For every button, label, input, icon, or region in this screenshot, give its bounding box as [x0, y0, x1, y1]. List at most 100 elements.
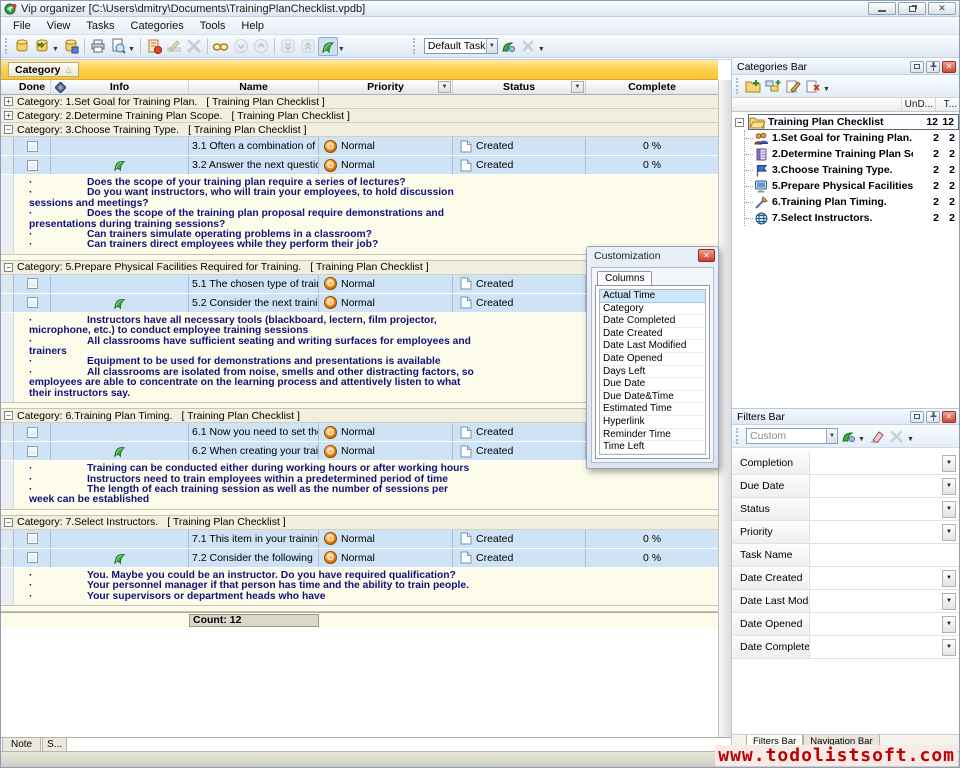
done-checkbox[interactable] [27, 160, 38, 171]
view-task-button[interactable] [211, 37, 231, 56]
priority-cell[interactable]: Normal [319, 423, 453, 441]
done-checkbox[interactable] [27, 427, 38, 438]
filter-value-dropdown[interactable]: ▼ [942, 478, 956, 495]
categories-toolbar-dropdown-icon[interactable]: ▼ [823, 86, 830, 93]
status-cell[interactable]: Created [453, 156, 586, 174]
done-checkbox[interactable] [27, 552, 38, 563]
done-checkbox[interactable] [27, 297, 38, 308]
delete-category-button[interactable] [803, 77, 823, 96]
tree-category-item[interactable]: 2.Determine Training Plan Sco22 [745, 146, 959, 162]
filter-value-dropdown[interactable]: ▼ [942, 501, 956, 518]
collapse-icon[interactable]: − [4, 518, 13, 527]
customization-close-button[interactable]: ✕ [698, 249, 715, 262]
delete-task-button[interactable] [184, 37, 204, 56]
column-option[interactable]: Due Date&Time [600, 391, 705, 404]
panel-restore-button[interactable] [910, 61, 924, 73]
tree-root-item[interactable]: −Training Plan Checklist1212 [732, 114, 959, 130]
print-button[interactable] [88, 37, 108, 56]
remove-filter-button[interactable] [887, 427, 907, 446]
restore-button[interactable] [898, 2, 926, 15]
column-option[interactable]: Time Left [600, 441, 705, 454]
category-group-row[interactable]: −Category: 7.Select Instructors.[ Traini… [1, 516, 718, 530]
priority-cell[interactable]: Normal [319, 275, 453, 293]
status-cell[interactable]: Created [453, 530, 586, 548]
move-up-button[interactable] [251, 37, 271, 56]
tree-category-item[interactable]: 1.Set Goal for Training Plan.22 [745, 130, 959, 146]
filter-value-dropdown[interactable]: ▼ [942, 593, 956, 610]
column-option[interactable]: Date Opened [600, 353, 705, 366]
menu-tasks[interactable]: Tasks [78, 18, 122, 34]
priority-cell[interactable]: Normal [319, 530, 453, 548]
column-header-priority[interactable]: Priority ▼ [319, 80, 453, 94]
filter-value[interactable] [810, 590, 942, 612]
new-subcategory-button[interactable] [763, 77, 783, 96]
collapse-icon[interactable]: − [4, 411, 13, 420]
edit-category-button[interactable] [783, 77, 803, 96]
done-checkbox[interactable] [27, 141, 38, 152]
tab-columns[interactable]: Columns [597, 271, 652, 285]
category-group-row[interactable]: +Category: 2.Determine Training Plan Sco… [1, 109, 718, 123]
panel-restore-button[interactable] [910, 411, 924, 423]
print-preview-button[interactable] [108, 37, 128, 56]
collapse-icon[interactable]: − [735, 118, 744, 127]
collapse-icon[interactable]: − [4, 125, 13, 134]
open-database-button[interactable] [32, 37, 52, 56]
filter-value[interactable] [810, 475, 942, 497]
combo-dropdown-icon[interactable]: ▼ [826, 429, 837, 443]
filter-value-dropdown[interactable]: ▼ [942, 639, 956, 656]
filter-value[interactable] [810, 544, 959, 566]
show-notes-button[interactable] [318, 37, 338, 56]
task-name-cell[interactable]: 3.2 Answer the next questions to [189, 156, 319, 174]
task-name-cell[interactable]: 7.2 Consider the following [189, 549, 319, 567]
filter-value[interactable] [810, 613, 942, 635]
menu-view[interactable]: View [39, 18, 79, 34]
priority-cell[interactable]: Normal [319, 549, 453, 567]
priority-filter-dropdown[interactable]: ▼ [438, 81, 451, 93]
new-task-button[interactable] [144, 37, 164, 56]
filter-value-dropdown[interactable]: ▼ [942, 455, 956, 472]
priority-cell[interactable]: Normal [319, 294, 453, 312]
priority-cell[interactable]: Normal [319, 442, 453, 460]
tree-category-item[interactable]: 5.Prepare Physical Facilities R22 [745, 178, 959, 194]
categories-toolbar-grip[interactable] [736, 78, 741, 94]
menu-tools[interactable]: Tools [192, 18, 234, 34]
menu-help[interactable]: Help [233, 18, 272, 34]
new-category-button[interactable] [743, 77, 763, 96]
column-option[interactable]: Hyperlink [600, 416, 705, 429]
column-option[interactable]: Estimated Time [600, 403, 705, 416]
task-name-cell[interactable]: 5.1 The chosen type of training and [189, 275, 319, 293]
column-header-done[interactable]: Done [14, 80, 51, 94]
total-column-header[interactable]: T... [935, 98, 959, 111]
task-row[interactable]: 7.1 This item in your training planNorma… [1, 530, 718, 548]
status-cell[interactable]: Created [453, 423, 586, 441]
undone-column-header[interactable]: UnD... [901, 98, 935, 111]
filter-value-dropdown[interactable]: ▼ [942, 524, 956, 541]
status-cell[interactable]: Created [453, 275, 586, 293]
priority-cell[interactable]: Normal [319, 137, 453, 155]
category-group-row[interactable]: −Category: 3.Choose Training Type.[ Trai… [1, 123, 718, 137]
status-cell[interactable]: Created [453, 137, 586, 155]
menu-categories[interactable]: Categories [123, 18, 192, 34]
filter-value[interactable] [810, 452, 942, 474]
done-checkbox[interactable] [27, 446, 38, 457]
column-option[interactable]: Date Completed [600, 315, 705, 328]
clear-filter-button[interactable] [867, 427, 887, 446]
task-view-combobox[interactable]: Default Task V ▼ [424, 38, 498, 54]
column-header-status[interactable]: Status ▼ [453, 80, 586, 94]
customization-title-bar[interactable]: Customization ✕ [587, 247, 718, 264]
task-name-cell[interactable]: 6.2 When creating your training [189, 442, 319, 460]
view-dropdown-icon[interactable]: ▼ [538, 46, 545, 53]
task-name-cell[interactable]: 3.1 Often a combination of training [189, 137, 319, 155]
apply-filter-button[interactable] [838, 427, 858, 446]
panel-close-button[interactable]: ✕ [942, 411, 956, 423]
filter-value-dropdown[interactable]: ▼ [942, 570, 956, 587]
notes-dropdown-icon[interactable]: ▼ [338, 46, 345, 53]
expand-all-button[interactable] [278, 37, 298, 56]
status-cell[interactable]: Created [453, 442, 586, 460]
toolbar-grip[interactable] [5, 38, 10, 54]
panel-close-button[interactable]: ✕ [942, 61, 956, 73]
column-option[interactable]: Days Left [600, 366, 705, 379]
column-header-name[interactable]: Name [189, 80, 319, 94]
panel-pin-button[interactable] [926, 411, 940, 423]
priority-cell[interactable]: Normal [319, 156, 453, 174]
